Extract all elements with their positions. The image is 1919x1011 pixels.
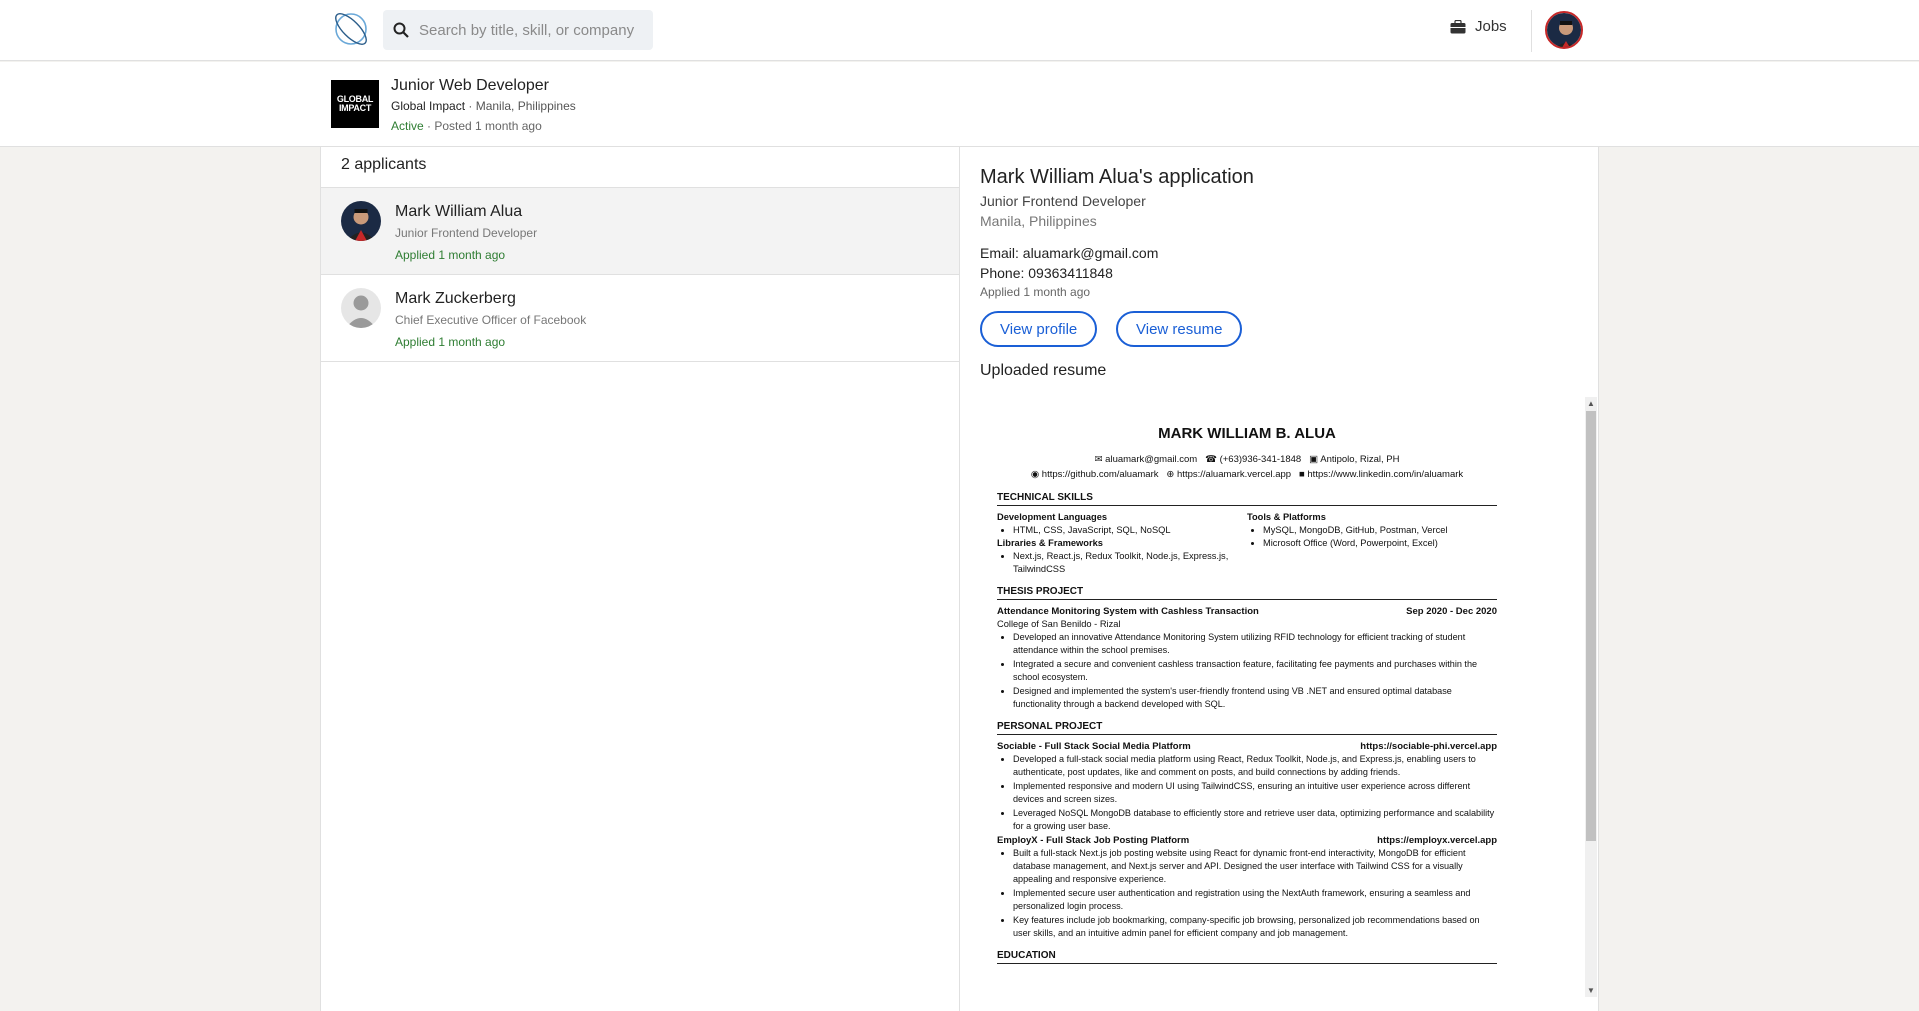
github-icon: ◉: [1030, 469, 1040, 480]
nav-divider: [1531, 10, 1532, 52]
uploaded-resume-label: Uploaded resume: [980, 362, 1107, 379]
resume-project-row: Sociable - Full Stack Social Media Platf…: [997, 740, 1497, 753]
resume-skills-right: Tools & Platforms MySQL, MongoDB, GitHub…: [1247, 511, 1497, 576]
resume-viewer[interactable]: MARK WILLIAM B. ALUA ✉ aluamark@gmail.co…: [980, 397, 1598, 997]
globe-icon: ⊕: [1166, 469, 1175, 480]
user-avatar[interactable]: [1545, 11, 1583, 49]
app-logo-icon[interactable]: [330, 8, 372, 50]
applicant-title: Chief Executive Officer of Facebook: [395, 313, 587, 327]
resume-skills-heading: TECHNICAL SKILLS: [997, 492, 1497, 506]
resume-personal-heading: PERSONAL PROJECT: [997, 721, 1497, 735]
resume-thesis-heading: THESIS PROJECT: [997, 586, 1497, 600]
resume-bullet: Developed an innovative Attendance Monit…: [1013, 631, 1497, 657]
resume-phone: (+63)936-341-1848: [1219, 454, 1302, 465]
view-profile-button[interactable]: View profile: [980, 311, 1098, 347]
resume-email: aluamark@gmail.com: [1105, 454, 1198, 465]
job-company[interactable]: Global Impact: [391, 99, 465, 113]
application-heading: Mark William Alua's application: [980, 166, 1254, 188]
resume-website[interactable]: https://aluamark.vercel.app: [1177, 469, 1291, 480]
resume-document: MARK WILLIAM B. ALUA ✉ aluamark@gmail.co…: [997, 425, 1497, 969]
view-resume-button[interactable]: View resume: [1116, 311, 1243, 347]
resume-thesis-title: Attendance Monitoring System with Cashle…: [997, 606, 1259, 617]
job-header: GLOBAL IMPACT Junior Web Developer Globa…: [0, 62, 1919, 147]
resume-bullet: Leveraged NoSQL MongoDB database to effi…: [1013, 807, 1497, 833]
resume-linkedin[interactable]: https://www.linkedin.com/in/aluamark: [1307, 469, 1463, 480]
resume-education-heading: EDUCATION: [997, 950, 1497, 964]
applicant-applied: Applied 1 month ago: [395, 248, 506, 262]
resume-skills-left: Development Languages HTML, CSS, JavaScr…: [997, 511, 1247, 576]
applicant-item[interactable]: Mark William Alua Junior Frontend Develo…: [321, 188, 959, 275]
resume-dev-lang-heading: Development Languages: [997, 512, 1108, 522]
applicant-title: Junior Frontend Developer: [395, 226, 538, 240]
applicant-applied: Applied 1 month ago: [395, 335, 506, 349]
resume-thesis-org: College of San Benildo - Rizal: [997, 619, 1121, 629]
job-posted: · Posted 1 month ago: [423, 119, 542, 133]
job-company-location: Global Impact · Manila, Philippines: [391, 99, 576, 113]
applicant-avatar-placeholder-icon: [341, 288, 381, 328]
resume-tools-heading: Tools & Platforms: [1247, 512, 1326, 522]
resume-tools-item: Microsoft Office (Word, Powerpoint, Exce…: [1263, 537, 1497, 550]
applicant-avatar: [341, 201, 381, 241]
resume-github[interactable]: https://github.com/aluamark: [1042, 469, 1159, 480]
applicant-name: Mark William Alua: [395, 203, 523, 220]
nav-jobs-link[interactable]: Jobs: [1450, 18, 1507, 35]
linkedin-icon: ■: [1299, 469, 1305, 480]
resume-project-bullets: Developed a full-stack social media plat…: [1013, 753, 1497, 833]
nav-jobs-label: Jobs: [1475, 18, 1507, 35]
resume-bullet: Built a full-stack Next.js job posting w…: [1013, 847, 1497, 886]
applicant-item[interactable]: Mark Zuckerberg Chief Executive Officer …: [321, 275, 959, 362]
resume-thesis-dates: Sep 2020 - Dec 2020: [1406, 606, 1497, 617]
resume-project-bullets: Built a full-stack Next.js job posting w…: [1013, 847, 1497, 940]
resume-bullet: Key features include job bookmarking, co…: [1013, 914, 1497, 940]
resume-contact-line-2: ◉ https://github.com/aluamark ⊕ https://…: [997, 467, 1497, 482]
scrollbar-thumb[interactable]: [1586, 411, 1596, 841]
resume-contact-line-1: ✉ aluamark@gmail.com ☎ (+63)936-341-1848…: [997, 452, 1497, 467]
company-logo: GLOBAL IMPACT: [331, 80, 379, 128]
resume-project-title: EmployX - Full Stack Job Posting Platfor…: [997, 835, 1190, 846]
search-input[interactable]: [419, 21, 639, 39]
application-detail-panel: Mark William Alua's application Junior F…: [960, 147, 1599, 1011]
resume-bullet: Designed and implemented the system's us…: [1013, 685, 1497, 711]
job-status-badge: Active: [391, 119, 424, 133]
applicant-count: 2 applicants: [321, 147, 959, 188]
scroll-up-icon[interactable]: ▲: [1587, 399, 1595, 408]
resume-address: Antipolo, Rizal, PH: [1320, 454, 1400, 465]
building-icon: ▣: [1309, 454, 1319, 465]
briefcase-icon: [1450, 19, 1466, 33]
resume-tools-item: MySQL, MongoDB, GitHub, Postman, Vercel: [1263, 524, 1497, 537]
resume-project-row: EmployX - Full Stack Job Posting Platfor…: [997, 834, 1497, 847]
application-phone: Phone: 09363411848: [980, 265, 1113, 281]
resume-bullet: Developed a full-stack social media plat…: [1013, 753, 1497, 779]
job-title[interactable]: Junior Web Developer: [391, 77, 549, 95]
resume-dev-lang: HTML, CSS, JavaScript, SQL, NoSQL: [1013, 524, 1247, 537]
resume-project-link[interactable]: https://sociable-phi.vercel.app: [1360, 740, 1497, 753]
resume-thesis-bullets: Developed an innovative Attendance Monit…: [1013, 631, 1497, 711]
application-applied: Applied 1 month ago: [980, 285, 1091, 299]
job-status-line: Active · Posted 1 month ago: [391, 119, 542, 133]
resume-bullet: Integrated a secure and convenient cashl…: [1013, 658, 1497, 684]
resume-skills: Development Languages HTML, CSS, JavaScr…: [997, 511, 1497, 576]
resume-project-title: Sociable - Full Stack Social Media Platf…: [997, 741, 1191, 752]
resume-libs-heading: Libraries & Frameworks: [997, 538, 1103, 548]
applicant-name: Mark Zuckerberg: [395, 290, 516, 307]
top-navbar: Jobs: [0, 0, 1919, 61]
phone-icon: ☎: [1205, 454, 1217, 465]
resume-bullet: Implemented responsive and modern UI usi…: [1013, 780, 1497, 806]
mail-icon: ✉: [1094, 454, 1103, 465]
scroll-down-icon[interactable]: ▼: [1587, 986, 1595, 995]
resume-libs: Next.js, React.js, Redux Toolkit, Node.j…: [1013, 550, 1247, 576]
application-email: Email: aluamark@gmail.com: [980, 245, 1159, 261]
application-location: Manila, Philippines: [980, 213, 1097, 229]
application-job-title: Junior Frontend Developer: [980, 193, 1146, 209]
resume-bullet: Implemented secure user authentication a…: [1013, 887, 1497, 913]
search-icon: [393, 22, 409, 38]
company-logo-text: GLOBAL IMPACT: [336, 94, 374, 113]
resume-project-link[interactable]: https://employx.vercel.app: [1377, 834, 1497, 847]
resume-scrollbar[interactable]: ▲ ▼: [1585, 397, 1597, 997]
applicants-panel: 2 applicants Mark William Alua Junior Fr…: [320, 147, 960, 1011]
search-bar[interactable]: [383, 10, 653, 50]
job-location: · Manila, Philippines: [465, 99, 576, 113]
resume-thesis-row: Attendance Monitoring System with Cashle…: [997, 605, 1497, 618]
resume-name: MARK WILLIAM B. ALUA: [1158, 425, 1336, 442]
